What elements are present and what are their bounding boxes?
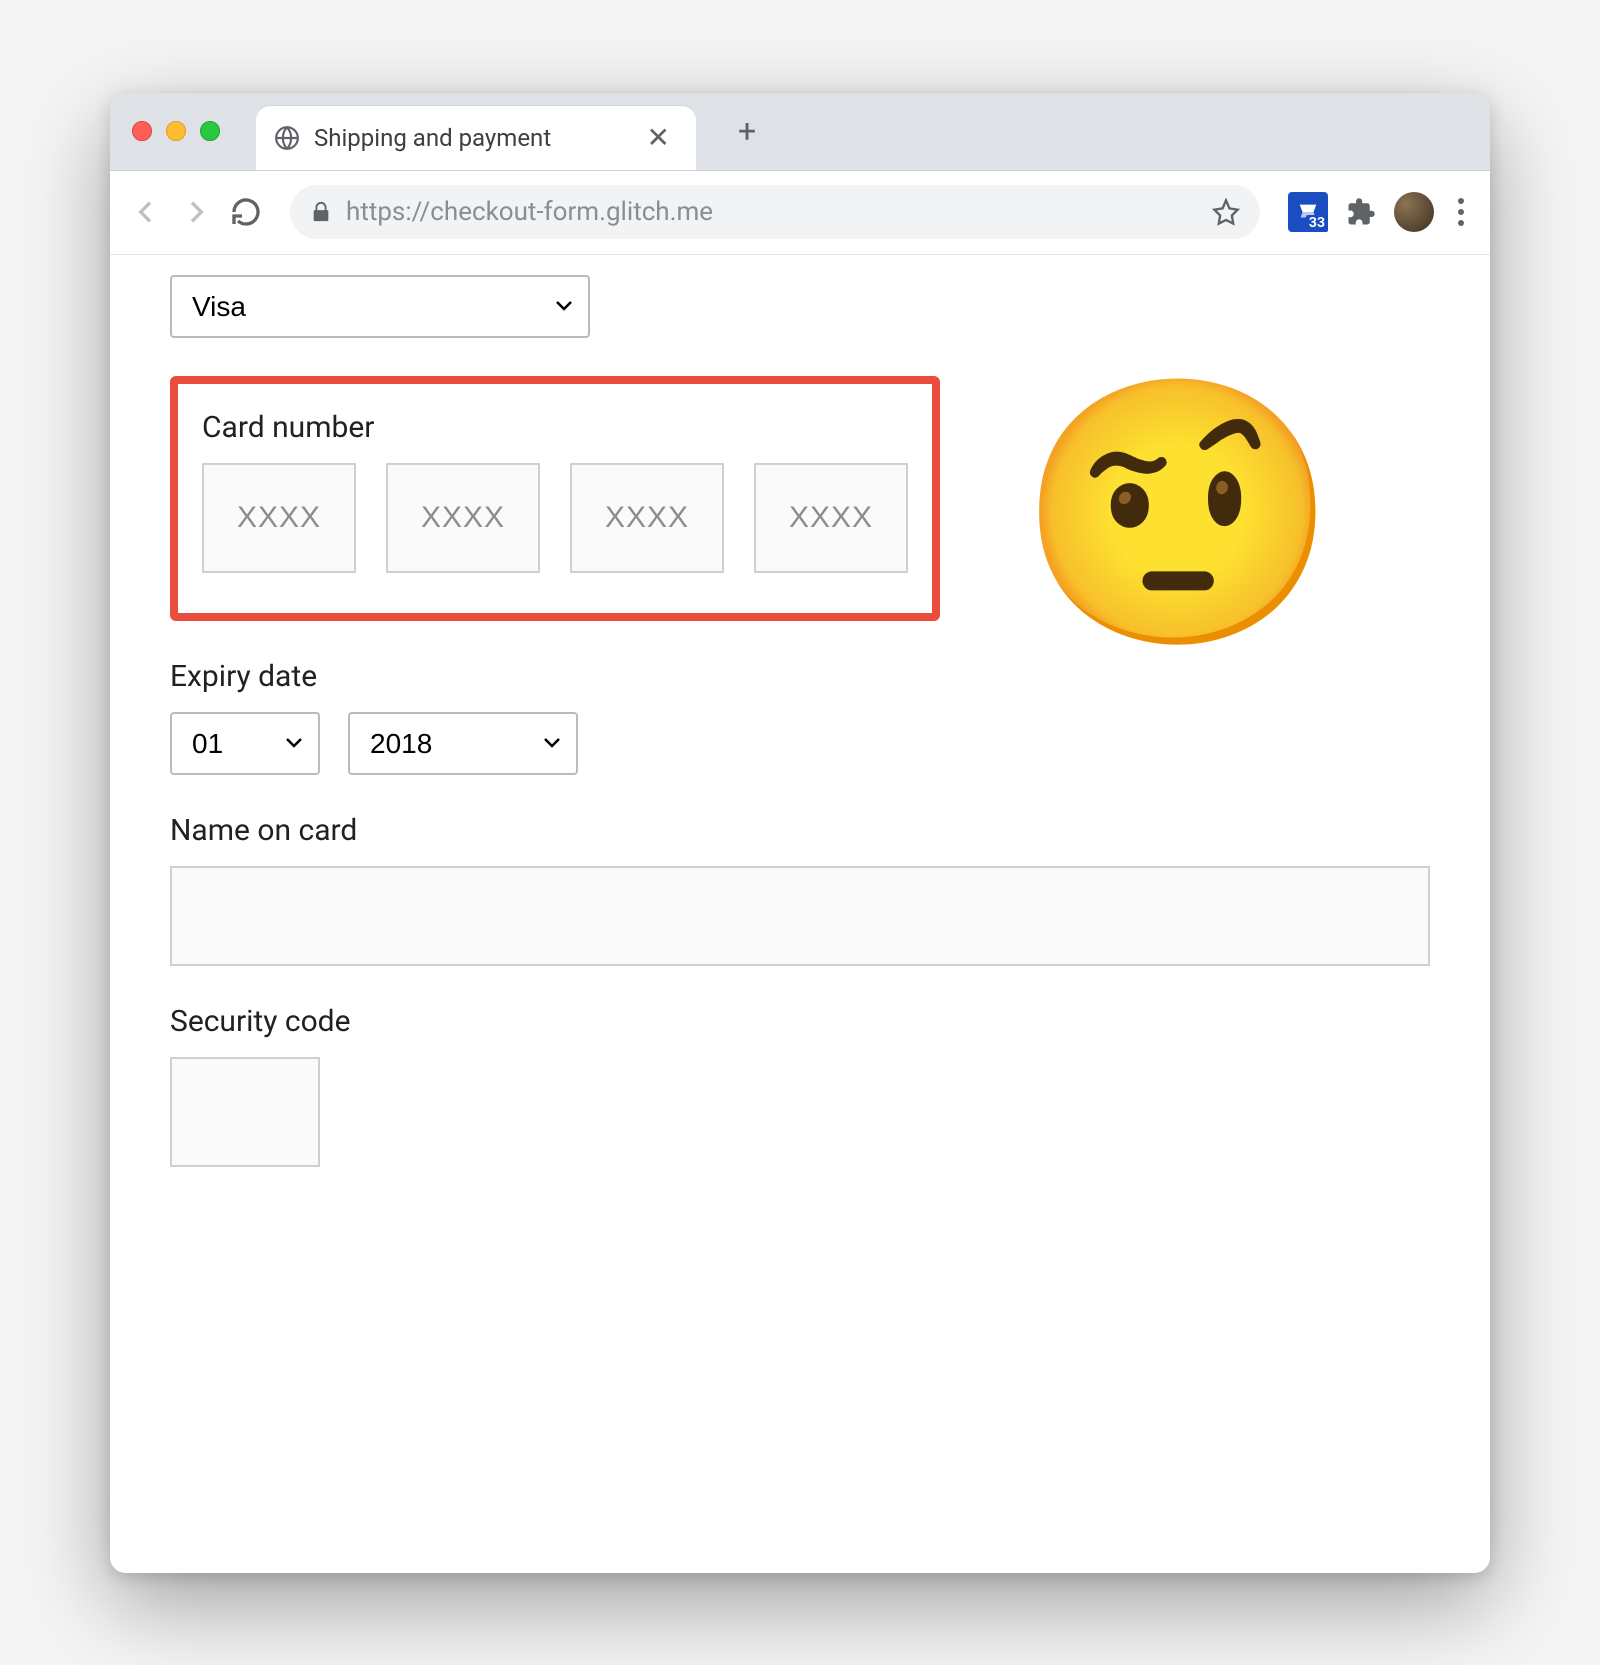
expiry-year-select[interactable]: 2018: [348, 712, 578, 775]
card-number-inputs: [202, 463, 908, 573]
expiry-group: Expiry date 01 2018: [170, 659, 1430, 775]
page-content: Visa Card number Expiry date 01 2018: [110, 255, 1490, 1573]
maximize-window-button[interactable]: [200, 121, 220, 141]
browser-menu-icon[interactable]: [1452, 192, 1470, 232]
reload-icon[interactable]: [230, 196, 262, 228]
profile-avatar[interactable]: [1394, 192, 1434, 232]
name-on-card-group: Name on card: [170, 813, 1430, 966]
browser-toolbar: https://checkout-form.glitch.me 33: [110, 171, 1490, 255]
url-text: https://checkout-form.glitch.me: [346, 197, 1198, 227]
card-number-label: Card number: [202, 410, 908, 445]
close-tab-icon[interactable]: ✕: [643, 120, 674, 156]
extension-badge: 33: [1306, 215, 1328, 232]
card-type-group: Visa: [170, 275, 1430, 338]
name-on-card-input[interactable]: [170, 866, 1430, 966]
browser-tab[interactable]: Shipping and payment ✕: [256, 106, 696, 170]
titlebar: Shipping and payment ✕ +: [110, 93, 1490, 171]
lock-icon: [310, 201, 332, 223]
card-type-select[interactable]: Visa: [170, 275, 590, 338]
globe-icon: [274, 125, 300, 151]
extension-icon[interactable]: 33: [1288, 192, 1328, 232]
new-tab-button[interactable]: +: [728, 111, 766, 151]
forward-icon[interactable]: [180, 196, 212, 228]
security-code-input[interactable]: [170, 1057, 320, 1167]
expiry-month-select[interactable]: 01: [170, 712, 320, 775]
card-segment-4[interactable]: [754, 463, 908, 573]
card-number-highlight: Card number: [170, 376, 940, 621]
bookmark-star-icon[interactable]: [1212, 198, 1240, 226]
window-controls: [132, 121, 220, 141]
security-code-label: Security code: [170, 1004, 1430, 1039]
extensions-menu-icon[interactable]: [1346, 197, 1376, 227]
minimize-window-button[interactable]: [166, 121, 186, 141]
back-icon[interactable]: [130, 196, 162, 228]
name-on-card-label: Name on card: [170, 813, 1430, 848]
tab-title: Shipping and payment: [314, 124, 629, 152]
address-bar[interactable]: https://checkout-form.glitch.me: [290, 185, 1260, 239]
card-segment-3[interactable]: [570, 463, 724, 573]
raised-eyebrow-emoji: 🤨: [1016, 385, 1340, 645]
browser-window: Shipping and payment ✕ + https://checkou…: [110, 93, 1490, 1573]
security-code-group: Security code: [170, 1004, 1430, 1167]
card-segment-1[interactable]: [202, 463, 356, 573]
card-segment-2[interactable]: [386, 463, 540, 573]
close-window-button[interactable]: [132, 121, 152, 141]
